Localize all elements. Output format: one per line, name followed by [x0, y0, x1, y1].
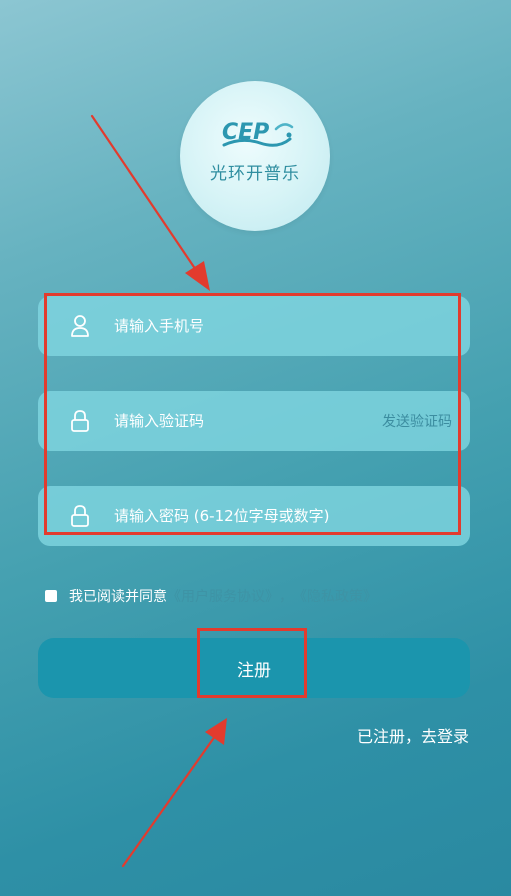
terms-link[interactable]: 《用户服务协议》 — [167, 586, 279, 606]
privacy-link[interactable]: 《隐私政策》 — [293, 586, 377, 606]
agreement-text: 我已阅读并同意 — [69, 589, 167, 605]
phone-field[interactable] — [38, 296, 470, 356]
lock-icon — [71, 410, 89, 432]
code-input[interactable] — [114, 405, 374, 437]
register-button[interactable]: 注册 — [38, 638, 470, 698]
agree-checkbox[interactable] — [45, 590, 57, 602]
password-input[interactable] — [114, 500, 444, 532]
agreement-row: 我已阅读并同意 《用户服务协议》 ， 《隐私政策》 — [45, 586, 377, 606]
agreement-separator: ， — [279, 589, 293, 605]
arrow-to-register — [121, 718, 227, 868]
user-icon — [71, 315, 89, 337]
code-field[interactable]: 发送验证码 — [38, 391, 470, 451]
lock-icon — [71, 505, 89, 527]
cep-logo-mark: CEP — [222, 120, 294, 147]
phone-input[interactable] — [114, 310, 374, 342]
password-field[interactable] — [38, 486, 470, 546]
send-code-button[interactable]: 发送验证码 — [382, 411, 452, 431]
app-logo: CEP 光环开普乐 — [180, 81, 330, 231]
brand-name: 光环开普乐 — [210, 164, 300, 184]
go-login-link[interactable]: 已注册，去登录 — [357, 723, 469, 747]
